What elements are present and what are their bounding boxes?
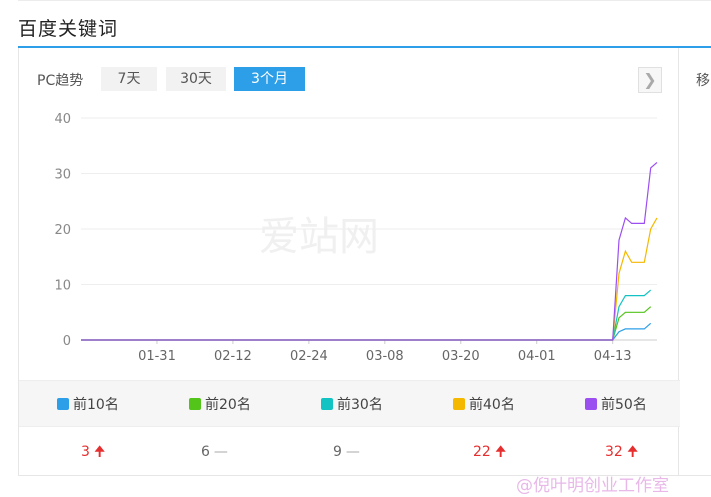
- y-tick-label: 20: [54, 223, 71, 238]
- tab-30-days[interactable]: 30天: [166, 67, 226, 91]
- legend-item-2[interactable]: 前20名: [189, 397, 251, 413]
- trend-line-chart: 爱站网 0 10 20 30 40 01-31 02-12 02-24 03-08 03-20 04-…: [54, 112, 658, 364]
- x-tick-label: 03-20: [442, 349, 480, 364]
- mobile-panel: 移: [679, 48, 711, 476]
- legend-item-3[interactable]: 前30名: [321, 397, 383, 413]
- arrow-up-icon: 🠉: [93, 444, 106, 460]
- chevron-right-icon[interactable]: ❯: [638, 67, 662, 93]
- legend-swatch: [453, 398, 465, 410]
- y-tick-label: 0: [63, 334, 71, 349]
- tab-7-days[interactable]: 7天: [101, 67, 157, 91]
- legend-label: 前50名: [601, 397, 647, 413]
- summary-value-1: 3 🠉: [81, 444, 106, 460]
- series-line-1: [81, 322, 652, 341]
- pc-trend-label: PC趋势: [37, 73, 84, 89]
- legend-swatch: [585, 398, 597, 410]
- summary-number: 3: [81, 444, 90, 460]
- y-tick-label: 30: [54, 168, 71, 183]
- x-tick-label: 04-13: [594, 349, 632, 364]
- legend-label: 前30名: [337, 397, 383, 413]
- summary-number: 9: [333, 444, 342, 460]
- x-tick-label: 03-08: [366, 349, 404, 364]
- tab-3-months[interactable]: 3个月: [234, 67, 305, 91]
- x-tick-label: 02-24: [290, 349, 328, 364]
- series-line-3: [81, 289, 652, 341]
- dash-icon: —: [345, 444, 360, 460]
- trend-panel: PC趋势 7天 30天 3个月 ❯ 爱站网 0 10 20 30 40 01-31 02-12…: [18, 48, 680, 476]
- series-line-2: [81, 306, 652, 341]
- legend-swatch: [321, 398, 333, 410]
- legend-item-1[interactable]: 前10名: [57, 397, 119, 413]
- summary-value-4: 22 🠉: [473, 444, 506, 460]
- summary-number: 22: [473, 444, 491, 460]
- legend-label: 前20名: [205, 397, 251, 413]
- mobile-trend-label: 移: [696, 73, 710, 89]
- legend-item-5[interactable]: 前50名: [585, 397, 647, 413]
- arrow-up-icon: 🠉: [494, 444, 507, 460]
- x-tick-label: 01-31: [138, 349, 176, 364]
- summary-number: 6: [201, 444, 210, 460]
- arrow-up-icon: 🠉: [626, 444, 639, 460]
- legend-label: 前40名: [469, 397, 515, 413]
- summary-value-2: 6—: [201, 444, 228, 460]
- summary-number: 32: [605, 444, 623, 460]
- legend-label: 前10名: [73, 397, 119, 413]
- y-tick-label: 10: [54, 279, 71, 294]
- section-title: 百度关键词: [18, 18, 119, 40]
- legend-swatch: [189, 398, 201, 410]
- chart-legend: 前10名 前20名 前30名 前40名 前50名: [19, 380, 680, 427]
- x-tick-label: 04-01: [518, 349, 556, 364]
- legend-item-4[interactable]: 前40名: [453, 397, 515, 413]
- top-divider: [18, 0, 711, 1]
- dash-icon: —: [213, 444, 228, 460]
- y-tick-label: 40: [54, 112, 71, 127]
- summary-value-3: 9—: [333, 444, 360, 460]
- legend-swatch: [57, 398, 69, 410]
- footer-watermark: @倪叶明创业工作室: [516, 476, 669, 496]
- x-tick-label: 02-12: [214, 349, 252, 364]
- summary-value-5: 32 🠉: [605, 444, 638, 460]
- summary-values: 3 🠉 6—9—22 🠉 32 🠉: [19, 428, 680, 475]
- watermark-text: 爱站网: [259, 214, 379, 260]
